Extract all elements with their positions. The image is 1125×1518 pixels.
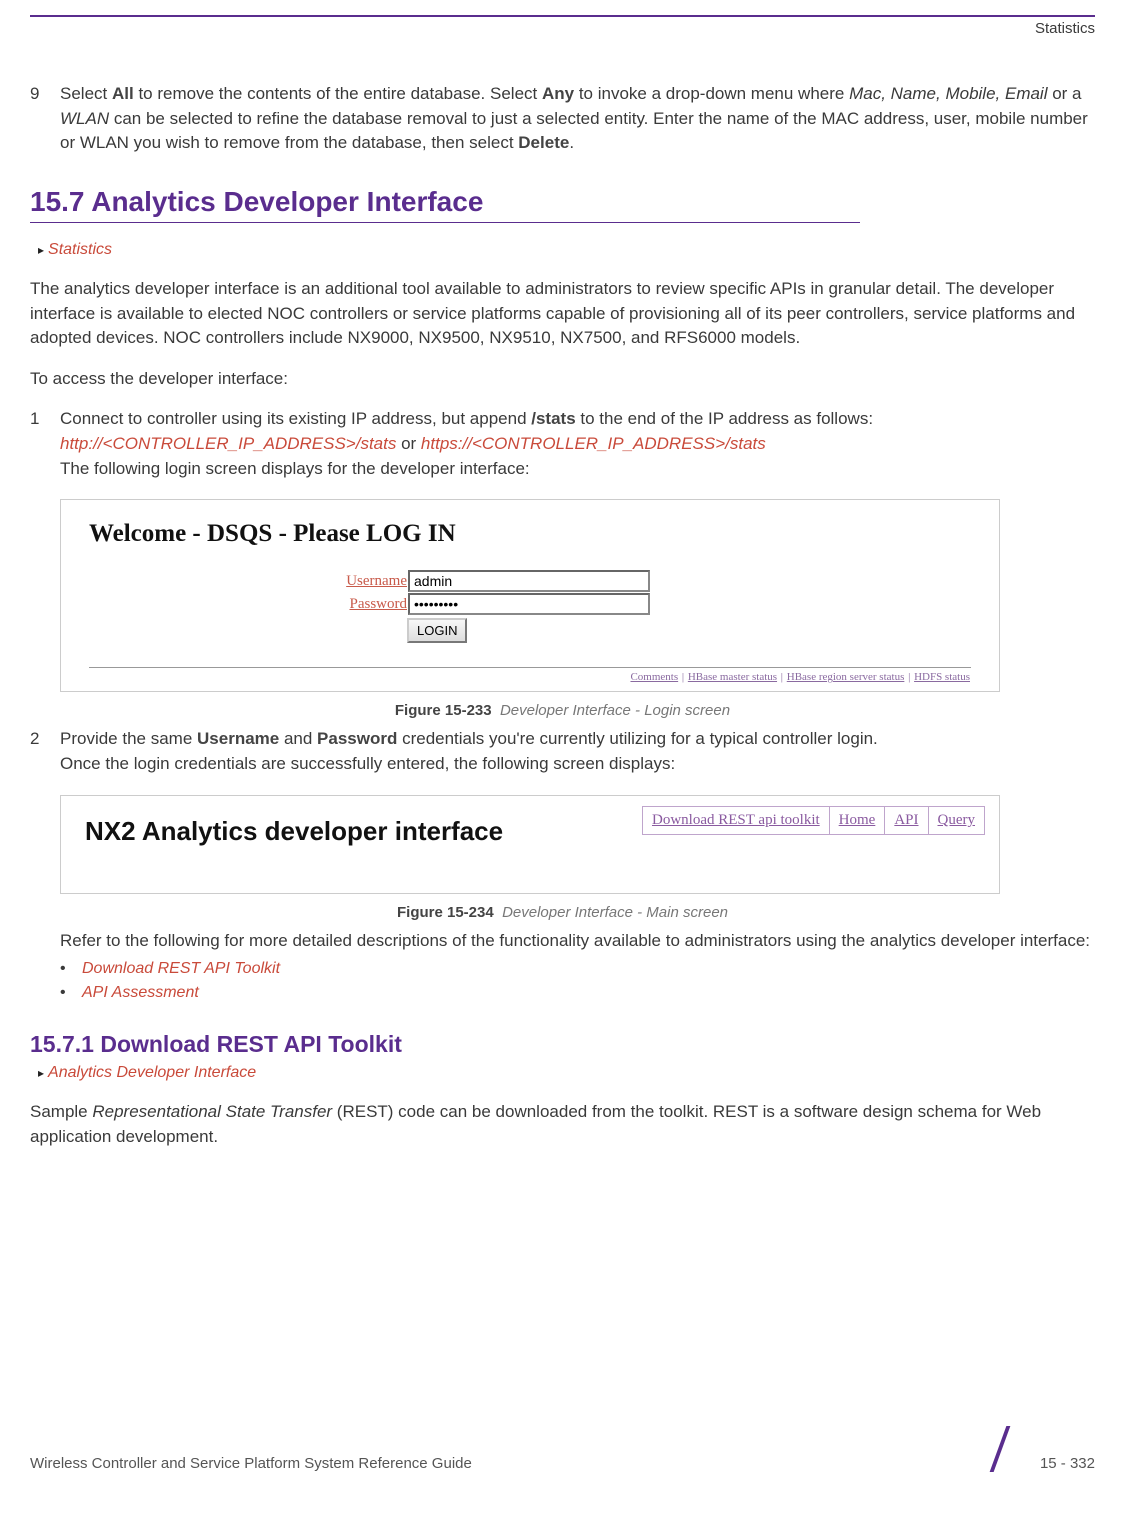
- footer-page-number: 15 - 332: [1040, 1455, 1095, 1472]
- step-1: 1 Connect to controller using its existi…: [30, 407, 1095, 481]
- footer-link[interactable]: HBase master status: [688, 671, 777, 683]
- bold-delete: Delete: [518, 133, 569, 152]
- text-fragment: credentials you're currently utilizing f…: [397, 729, 877, 748]
- url-http: http://<CONTROLLER_IP_ADDRESS>/stats: [60, 434, 396, 453]
- step-number: 2: [30, 727, 60, 776]
- bullet-link[interactable]: Download REST API Toolkit: [82, 957, 280, 981]
- figure-dev-interface: NX2 Analytics developer interface Downlo…: [60, 795, 1095, 894]
- bold-password: Password: [317, 729, 397, 748]
- paragraph: To access the developer interface:: [30, 367, 1095, 392]
- text-fragment: Provide the same: [60, 729, 197, 748]
- figure-number: Figure 15-234: [397, 904, 494, 921]
- logo-slash-icon: [980, 1426, 1026, 1472]
- italic-entities: Mac, Name, Mobile, Email: [849, 84, 1047, 103]
- footer-link[interactable]: HBase region server status: [787, 671, 905, 683]
- section-157-title: 15.7 Analytics Developer Interface: [30, 186, 1095, 218]
- breadcrumb-arrow-icon: ▸: [38, 1066, 44, 1080]
- text-fragment: or: [396, 434, 421, 453]
- text-fragment: to the end of the IP address as follows:: [576, 409, 873, 428]
- text-fragment: to invoke a drop-down menu where: [574, 84, 849, 103]
- dev-nav: Download REST api toolkit Home API Query: [642, 806, 985, 835]
- paragraph: Sample Representational State Transfer (…: [30, 1100, 1095, 1149]
- page-header-label: Statistics: [30, 20, 1095, 37]
- bold-any: Any: [542, 84, 574, 103]
- text-fragment: Sample: [30, 1102, 92, 1121]
- step-number: 9: [30, 82, 60, 156]
- url-https: https://<CONTROLLER_IP_ADDRESS>/stats: [421, 434, 766, 453]
- list-item: • API Assessment: [60, 981, 1095, 1005]
- text-fragment: .: [569, 133, 574, 152]
- password-label: Password: [329, 596, 407, 613]
- step-9: 9 Select All to remove the contents of t…: [30, 82, 1095, 156]
- step-text: Provide the same Username and Password c…: [60, 727, 1095, 776]
- step-number: 1: [30, 407, 60, 481]
- italic-rest: Representational State Transfer: [92, 1102, 332, 1121]
- figure-number: Figure 15-233: [395, 702, 492, 719]
- figure-caption: Figure 15-233 Developer Interface - Logi…: [30, 702, 1095, 719]
- breadcrumb: ▸ Analytics Developer Interface: [38, 1064, 1095, 1082]
- bullet-icon: •: [60, 981, 82, 1005]
- list-item: • Download REST API Toolkit: [60, 957, 1095, 981]
- dev-interface-screenshot: NX2 Analytics developer interface Downlo…: [60, 795, 1000, 894]
- breadcrumb-link[interactable]: Analytics Developer Interface: [48, 1064, 256, 1082]
- login-screenshot: Welcome - DSQS - Please LOG IN Username …: [60, 499, 1000, 692]
- section-rule: [30, 222, 860, 223]
- refer-paragraph: Refer to the following for more detailed…: [60, 929, 1095, 954]
- nav-query[interactable]: Query: [929, 807, 985, 834]
- text-fragment: Once the login credentials are successfu…: [60, 754, 675, 773]
- login-footer: Comments | HBase master status | HBase r…: [89, 667, 971, 683]
- bullet-icon: •: [60, 957, 82, 981]
- bold-stats: /stats: [531, 409, 575, 428]
- bullet-list: • Download REST API Toolkit • API Assess…: [60, 957, 1095, 1005]
- bold-username: Username: [197, 729, 279, 748]
- step-text: Select All to remove the contents of the…: [60, 82, 1095, 156]
- section-1571-title: 15.7.1 Download REST API Toolkit: [30, 1031, 1095, 1058]
- figure-caption: Figure 15-234 Developer Interface - Main…: [30, 904, 1095, 921]
- footer-right: 15 - 332: [980, 1426, 1095, 1472]
- username-input[interactable]: [408, 570, 650, 592]
- text-fragment: The following login screen displays for …: [60, 459, 530, 478]
- footer-guide-name: Wireless Controller and Service Platform…: [30, 1455, 472, 1472]
- figure-description: Developer Interface - Main screen: [502, 904, 728, 921]
- text-fragment: and: [279, 729, 317, 748]
- nav-api[interactable]: API: [885, 807, 928, 834]
- username-label: Username: [329, 573, 407, 590]
- italic-wlan: WLAN: [60, 109, 109, 128]
- bullet-link[interactable]: API Assessment: [82, 981, 199, 1005]
- text-fragment: Select: [60, 84, 112, 103]
- login-button[interactable]: LOGIN: [407, 618, 467, 643]
- nav-home[interactable]: Home: [830, 807, 886, 834]
- nav-download-toolkit[interactable]: Download REST api toolkit: [643, 807, 830, 834]
- breadcrumb-link[interactable]: Statistics: [48, 241, 112, 259]
- figure-login: Welcome - DSQS - Please LOG IN Username …: [60, 499, 1095, 692]
- paragraph: The analytics developer interface is an …: [30, 277, 1095, 351]
- footer-link[interactable]: HDFS status: [914, 671, 970, 683]
- step-2: 2 Provide the same Username and Password…: [30, 727, 1095, 776]
- text-fragment: to remove the contents of the entire dat…: [134, 84, 542, 103]
- password-input[interactable]: [408, 593, 650, 615]
- figure-description: Developer Interface - Login screen: [500, 702, 730, 719]
- page-footer: Wireless Controller and Service Platform…: [30, 1426, 1095, 1472]
- bold-all: All: [112, 84, 134, 103]
- text-fragment: or a: [1047, 84, 1081, 103]
- step-text: Connect to controller using its existing…: [60, 407, 1095, 481]
- footer-link[interactable]: Comments: [630, 671, 678, 683]
- login-title: Welcome - DSQS - Please LOG IN: [89, 520, 971, 548]
- dev-interface-title: NX2 Analytics developer interface: [85, 816, 503, 847]
- breadcrumb-arrow-icon: ▸: [38, 243, 44, 257]
- text-fragment: Connect to controller using its existing…: [60, 409, 531, 428]
- breadcrumb: ▸ Statistics: [38, 241, 1095, 259]
